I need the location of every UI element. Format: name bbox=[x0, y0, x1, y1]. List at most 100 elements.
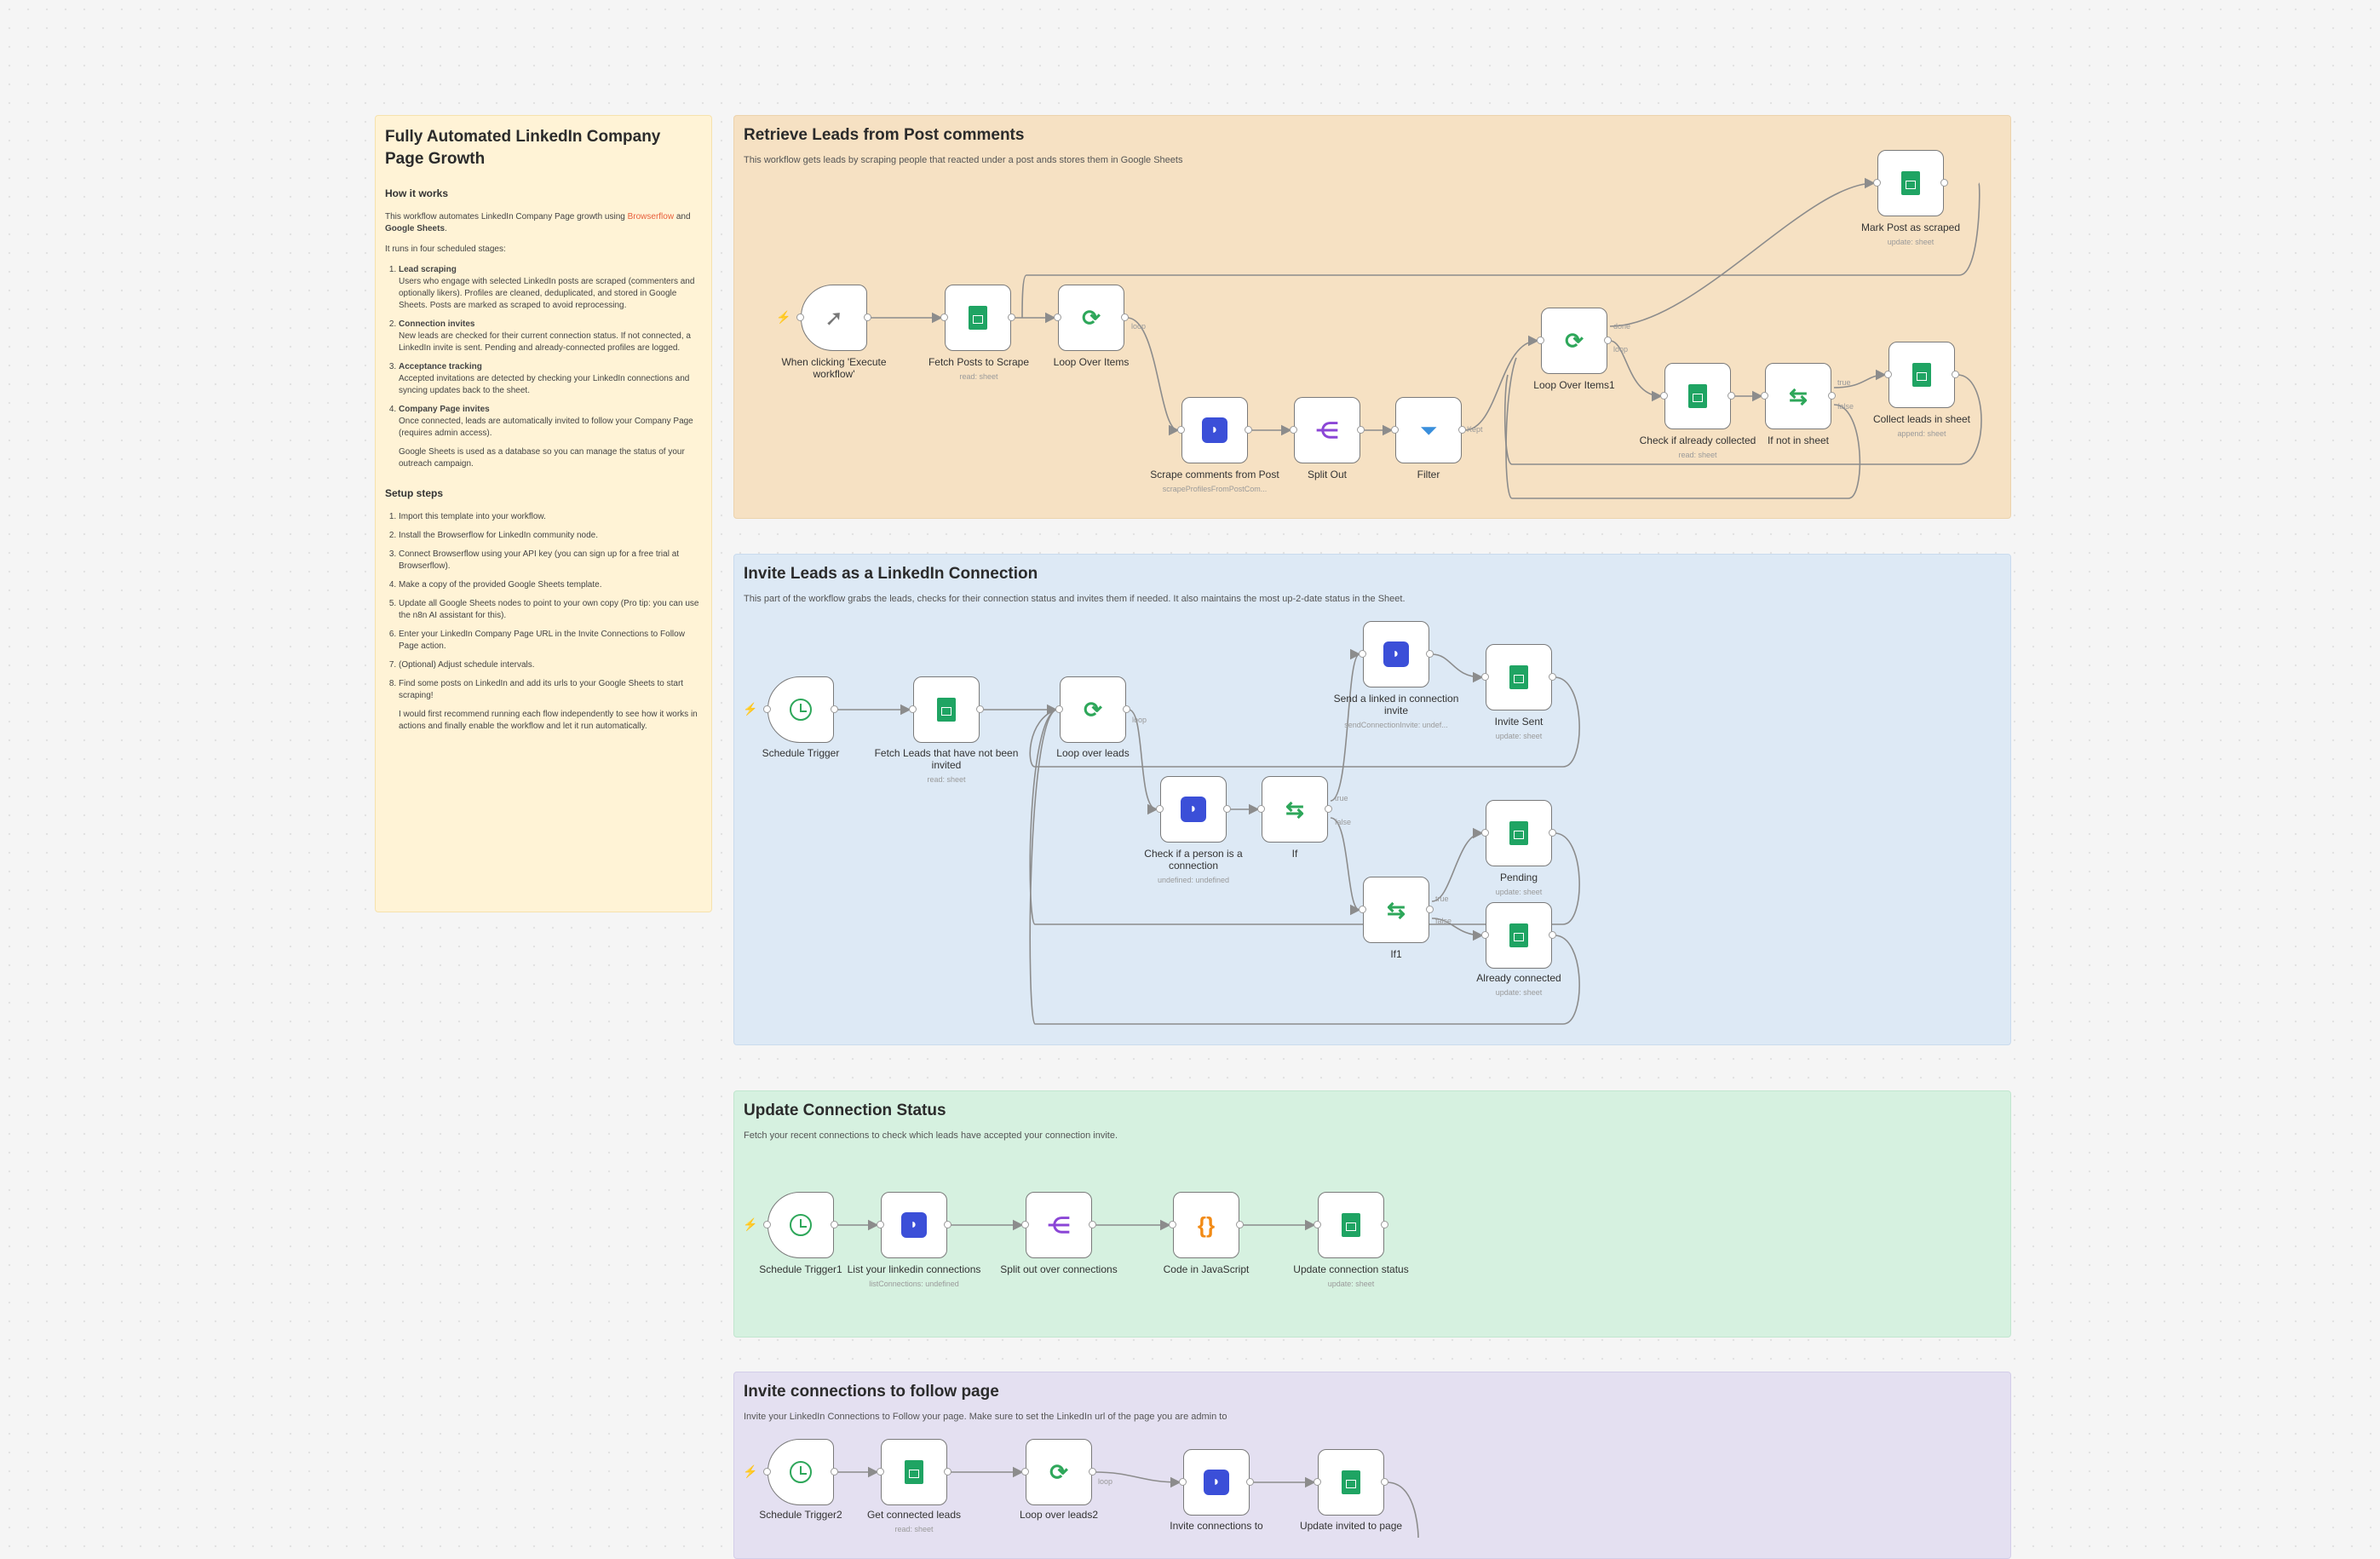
node-port[interactable] bbox=[1952, 371, 1959, 378]
node-split-out[interactable]: ⋲ bbox=[1294, 397, 1360, 463]
node-port[interactable] bbox=[1458, 426, 1466, 434]
node-get-connected-leads[interactable] bbox=[881, 1439, 947, 1505]
node-mark-scraped[interactable] bbox=[1877, 150, 1944, 216]
node-update-invited[interactable] bbox=[1318, 1449, 1384, 1516]
node-port[interactable] bbox=[1257, 805, 1265, 813]
node-invite-follow-page[interactable]: ◗ bbox=[1183, 1449, 1250, 1516]
instructions-note[interactable]: Fully Automated LinkedIn Company Page Gr… bbox=[375, 115, 712, 912]
node-port[interactable] bbox=[763, 1468, 771, 1476]
node-port[interactable] bbox=[1728, 392, 1735, 400]
node-port[interactable] bbox=[1021, 1221, 1029, 1228]
node-pending[interactable] bbox=[1486, 800, 1552, 866]
node-check-connection[interactable]: ◗ bbox=[1160, 776, 1227, 843]
node-port[interactable] bbox=[1359, 650, 1366, 658]
schedule-icon bbox=[790, 1214, 812, 1236]
node-port[interactable] bbox=[1223, 805, 1231, 813]
node-list-connections[interactable]: ◗ bbox=[881, 1192, 947, 1258]
node-port[interactable] bbox=[864, 314, 871, 321]
node-port[interactable] bbox=[1314, 1221, 1321, 1228]
node-port[interactable] bbox=[1481, 673, 1489, 681]
node-port[interactable] bbox=[1008, 314, 1015, 321]
node-port[interactable] bbox=[1549, 829, 1556, 837]
node-collect-leads[interactable] bbox=[1888, 342, 1955, 408]
node-port[interactable] bbox=[1828, 392, 1836, 400]
node-port[interactable] bbox=[831, 1468, 838, 1476]
node-port[interactable] bbox=[1549, 673, 1556, 681]
node-port[interactable] bbox=[1481, 931, 1489, 939]
node-port[interactable] bbox=[1169, 1221, 1176, 1228]
node-port[interactable] bbox=[1426, 906, 1434, 913]
node-port[interactable] bbox=[1054, 314, 1061, 321]
node-port[interactable] bbox=[1537, 337, 1544, 344]
node-port[interactable] bbox=[1156, 805, 1164, 813]
node-scrape-comments[interactable]: ◗ bbox=[1181, 397, 1248, 463]
browserflow-link[interactable]: Browserflow bbox=[628, 212, 674, 221]
node-invite-sent[interactable] bbox=[1486, 644, 1552, 710]
node-fetch-posts[interactable] bbox=[945, 285, 1011, 351]
node-port[interactable] bbox=[1426, 650, 1434, 658]
node-port[interactable] bbox=[1290, 426, 1297, 434]
node-port[interactable] bbox=[877, 1468, 884, 1476]
node-loop-over-leads2[interactable]: ⟳ bbox=[1026, 1439, 1092, 1505]
node-port[interactable] bbox=[1359, 906, 1366, 913]
node-port[interactable] bbox=[1357, 426, 1365, 434]
node-port[interactable] bbox=[1055, 705, 1063, 713]
how-it-works-heading: How it works bbox=[385, 187, 449, 199]
node-port[interactable] bbox=[1660, 392, 1668, 400]
node-port[interactable] bbox=[831, 705, 838, 713]
section-retrieve-leads[interactable]: Retrieve Leads from Post comments This w… bbox=[733, 115, 2011, 519]
node-port[interactable] bbox=[1481, 829, 1489, 837]
node-port[interactable] bbox=[1314, 1478, 1321, 1486]
node-port[interactable] bbox=[1325, 805, 1332, 813]
node-port[interactable] bbox=[1381, 1221, 1388, 1228]
node-port[interactable] bbox=[1391, 426, 1399, 434]
node-loop-over-items[interactable]: ⟳ bbox=[1058, 285, 1124, 351]
node-port[interactable] bbox=[1121, 314, 1129, 321]
node-port[interactable] bbox=[1873, 179, 1881, 187]
node-if-not-in-sheet[interactable]: ⇆ bbox=[1765, 363, 1831, 429]
node-port[interactable] bbox=[944, 1221, 951, 1228]
node-port[interactable] bbox=[831, 1221, 838, 1228]
node-port[interactable] bbox=[1089, 1468, 1096, 1476]
node-port[interactable] bbox=[763, 1221, 771, 1228]
node-loop-over-leads[interactable]: ⟳ bbox=[1060, 676, 1126, 743]
node-schedule-trigger2[interactable] bbox=[767, 1439, 834, 1505]
node-port[interactable] bbox=[1089, 1221, 1096, 1228]
node-port[interactable] bbox=[1761, 392, 1768, 400]
node-port[interactable] bbox=[976, 705, 984, 713]
node-port[interactable] bbox=[877, 1221, 884, 1228]
node-if1[interactable]: ⇆ bbox=[1363, 877, 1429, 943]
node-port[interactable] bbox=[1177, 426, 1185, 434]
node-port[interactable] bbox=[909, 705, 917, 713]
node-already-connected[interactable] bbox=[1486, 902, 1552, 969]
node-manual-trigger[interactable]: ➚ bbox=[801, 285, 867, 351]
node-check-collected[interactable] bbox=[1664, 363, 1731, 429]
node-port[interactable] bbox=[1549, 931, 1556, 939]
node-code-javascript[interactable]: {} bbox=[1173, 1192, 1239, 1258]
node-port[interactable] bbox=[796, 314, 804, 321]
node-port[interactable] bbox=[1940, 179, 1948, 187]
node-port[interactable] bbox=[1179, 1478, 1187, 1486]
node-port[interactable] bbox=[763, 705, 771, 713]
node-port[interactable] bbox=[944, 1468, 951, 1476]
node-port[interactable] bbox=[1245, 426, 1252, 434]
node-port[interactable] bbox=[1123, 705, 1130, 713]
node-port[interactable] bbox=[1381, 1478, 1388, 1486]
node-port[interactable] bbox=[1246, 1478, 1254, 1486]
node-port[interactable] bbox=[1884, 371, 1892, 378]
node-if[interactable]: ⇆ bbox=[1262, 776, 1328, 843]
node-filter[interactable]: ⏷ bbox=[1395, 397, 1462, 463]
node-update-connection-status[interactable] bbox=[1318, 1192, 1384, 1258]
node-schedule-trigger1[interactable] bbox=[767, 1192, 834, 1258]
node-port[interactable] bbox=[940, 314, 948, 321]
section-title: Invite Leads as a LinkedIn Connection bbox=[744, 565, 1038, 583]
node-schedule-trigger[interactable] bbox=[767, 676, 834, 743]
node-fetch-leads[interactable] bbox=[913, 676, 980, 743]
node-split-connections[interactable]: ⋲ bbox=[1026, 1192, 1092, 1258]
node-send-invite[interactable]: ◗ bbox=[1363, 621, 1429, 687]
node-loop-over-items1[interactable]: ⟳ bbox=[1541, 308, 1607, 374]
node-port[interactable] bbox=[1604, 337, 1612, 344]
node-port[interactable] bbox=[1236, 1221, 1244, 1228]
node-port[interactable] bbox=[1021, 1468, 1029, 1476]
node-label: When clicking 'Execute workflow' bbox=[781, 356, 887, 380]
